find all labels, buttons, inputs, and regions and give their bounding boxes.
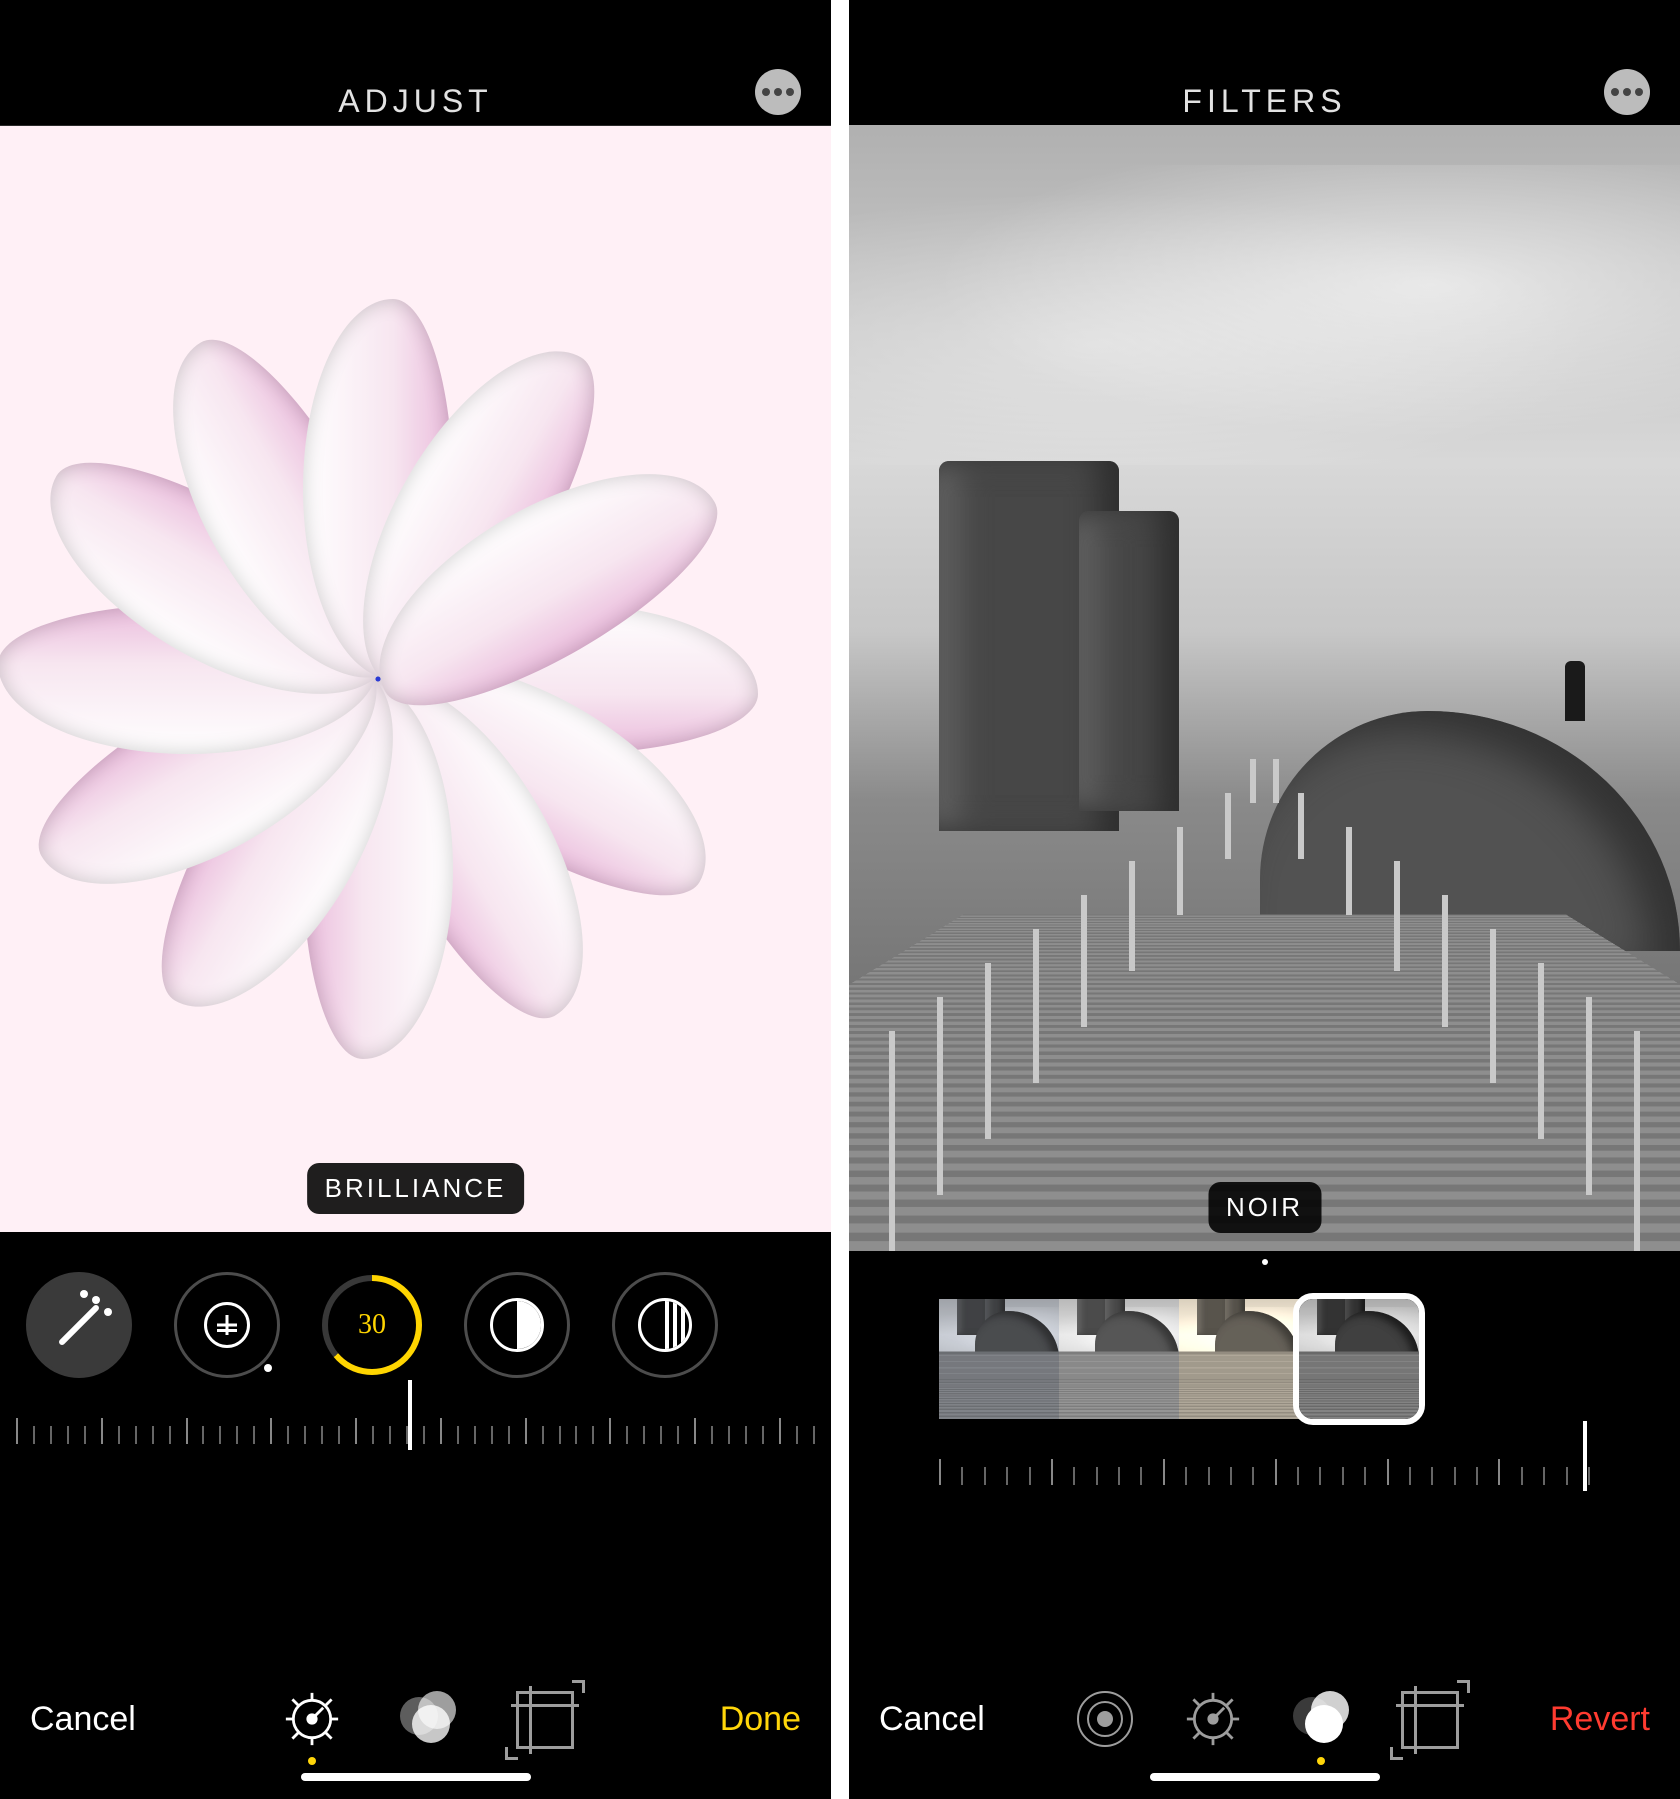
slider-origin-dot xyxy=(264,1364,272,1372)
more-menu-button[interactable] xyxy=(755,69,801,115)
intensity-slider[interactable] xyxy=(939,1445,1590,1525)
highlights-button[interactable] xyxy=(464,1272,570,1378)
auto-enhance-button[interactable] xyxy=(26,1272,132,1378)
shadows-button[interactable] xyxy=(612,1272,718,1378)
done-button[interactable]: Done xyxy=(720,1700,801,1739)
photo-preview[interactable]: BRILLIANCE xyxy=(0,126,831,1232)
filters-mode-button[interactable] xyxy=(400,1691,456,1747)
editor-adjust-screen: ADJUST BRILLIANCE xyxy=(0,0,831,1799)
revert-button[interactable]: Revert xyxy=(1550,1700,1650,1739)
photo-preview[interactable]: NOIR xyxy=(849,125,1680,1251)
value-slider[interactable] xyxy=(16,1404,815,1484)
filter-thumb-dramatic-cool[interactable] xyxy=(939,1299,1059,1419)
cancel-button[interactable]: Cancel xyxy=(879,1700,985,1739)
filters-mode-button[interactable] xyxy=(1293,1691,1349,1747)
live-photo-mode-button[interactable] xyxy=(1077,1691,1133,1747)
adjust-dial-icon xyxy=(1185,1691,1241,1747)
wand-icon xyxy=(52,1298,106,1352)
page-title: ADJUST xyxy=(338,83,492,120)
filter-thumbnails[interactable] xyxy=(849,1271,1680,1419)
cancel-button[interactable]: Cancel xyxy=(30,1700,136,1739)
filter-name-badge: NOIR xyxy=(1208,1182,1321,1233)
top-bar: ADJUST xyxy=(0,0,831,126)
photo-content-ruins xyxy=(849,125,1680,1251)
exposure-icon xyxy=(204,1302,250,1348)
filter-thumb-silvertone[interactable] xyxy=(1179,1299,1299,1419)
highlights-icon xyxy=(490,1298,544,1352)
shadows-icon xyxy=(638,1298,692,1352)
adjust-mode-button[interactable] xyxy=(284,1691,340,1747)
crop-icon xyxy=(1401,1691,1459,1749)
brilliance-ring-icon: 30 xyxy=(322,1275,422,1375)
adjust-mode-button[interactable] xyxy=(1185,1691,1241,1747)
exposure-button[interactable] xyxy=(174,1272,280,1378)
mode-tabs xyxy=(985,1691,1550,1747)
filter-thumb-mono[interactable] xyxy=(1059,1299,1179,1419)
top-bar: FILTERS xyxy=(849,0,1680,125)
page-title: FILTERS xyxy=(1182,83,1346,120)
adjustment-name-badge: BRILLIANCE xyxy=(307,1163,525,1214)
home-indicator[interactable] xyxy=(1150,1773,1380,1781)
brilliance-button[interactable]: 30 xyxy=(322,1275,422,1375)
selected-filter-dot xyxy=(1262,1259,1268,1265)
crop-mode-button[interactable] xyxy=(516,1691,572,1747)
slider-ticks xyxy=(939,1445,1590,1485)
home-indicator[interactable] xyxy=(301,1773,531,1781)
filters-icon xyxy=(400,1691,460,1737)
filter-thumb-noir[interactable] xyxy=(1299,1299,1419,1419)
active-mode-indicator xyxy=(1317,1757,1325,1765)
slider-pointer[interactable] xyxy=(1583,1421,1587,1491)
mode-tabs xyxy=(136,1691,720,1747)
photo-content-flower xyxy=(0,126,831,1232)
crop-icon xyxy=(516,1691,574,1749)
adjust-tools-row[interactable]: 30 xyxy=(0,1232,831,1388)
active-mode-indicator xyxy=(308,1757,316,1765)
slider-pointer[interactable] xyxy=(408,1380,412,1450)
filters-icon xyxy=(1293,1691,1353,1737)
adjust-dial-icon xyxy=(284,1691,340,1747)
slider-ticks xyxy=(16,1404,815,1444)
editor-filters-screen: FILTERS NOIR xyxy=(849,0,1680,1799)
brilliance-value: 30 xyxy=(328,1281,416,1369)
more-menu-button[interactable] xyxy=(1604,69,1650,115)
crop-mode-button[interactable] xyxy=(1401,1691,1457,1747)
